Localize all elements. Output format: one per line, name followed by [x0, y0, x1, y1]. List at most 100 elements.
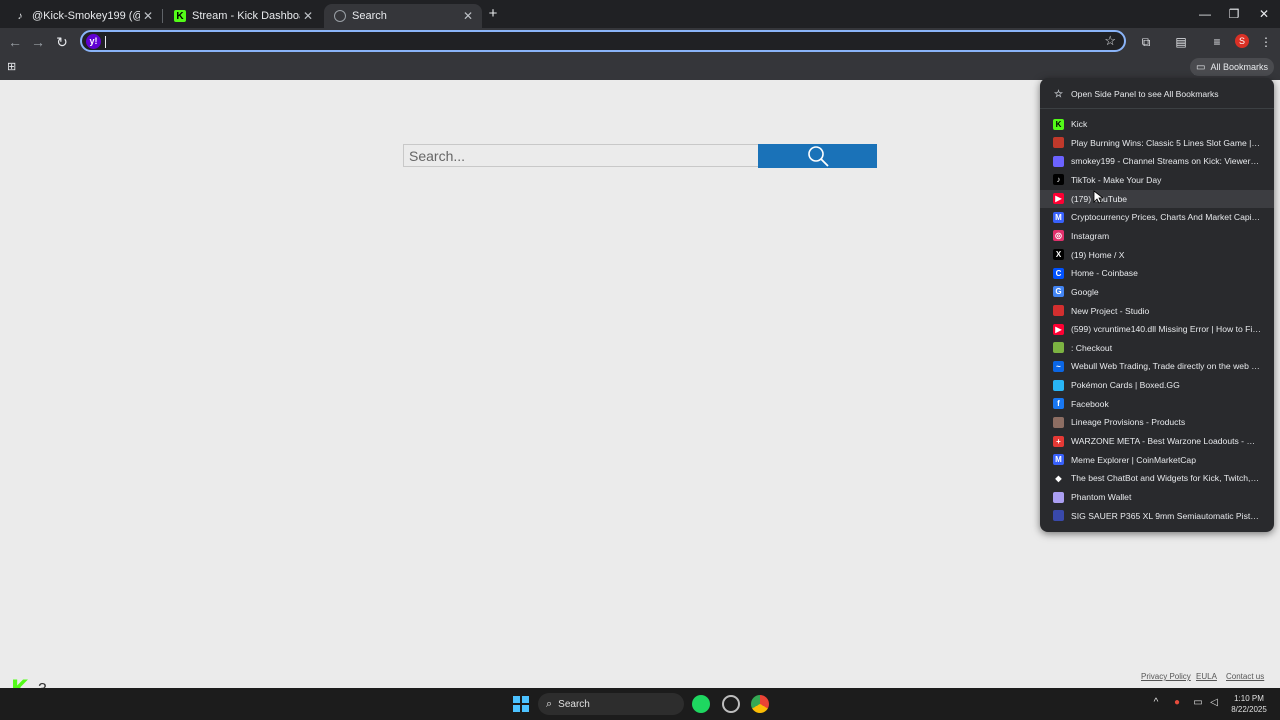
- tab-strip: ♪ @Kick-Smokey199 (@smo ✕ K Stream - Kic…: [0, 0, 1280, 28]
- privacy-policy-link[interactable]: Privacy Policy: [1141, 672, 1191, 681]
- minimize-button[interactable]: —: [1190, 4, 1220, 24]
- spotify-icon[interactable]: [692, 695, 710, 713]
- bookmark-item[interactable]: ◆ The best ChatBot and Widgets for Kick, …: [1040, 469, 1274, 487]
- bookmark-item[interactable]: f Facebook: [1040, 395, 1274, 413]
- search-field[interactable]: [403, 144, 759, 167]
- bookmark-item[interactable]: + WARZONE META - Best Warzone Loadouts - …: [1040, 432, 1274, 450]
- bookmark-item[interactable]: ◎ Instagram: [1040, 227, 1274, 245]
- text-caret: [105, 36, 106, 48]
- bookmark-label: Kick: [1071, 119, 1088, 129]
- system-clock[interactable]: 1:10 PM 8/22/2025: [1224, 693, 1274, 715]
- search-button[interactable]: [758, 144, 877, 168]
- obs-icon[interactable]: [722, 695, 740, 713]
- youtube-icon: ▶: [1053, 193, 1064, 205]
- search-input[interactable]: [404, 145, 758, 166]
- facebook-icon: f: [1053, 398, 1064, 410]
- star-icon: ☆: [1054, 88, 1063, 100]
- bookmark-label: TikTok - Make Your Day: [1071, 174, 1162, 185]
- tab-kick-dashboard[interactable]: K Stream - Kick Dashboard ✕: [164, 4, 322, 28]
- bookmark-item[interactable]: Play Burning Wins: Classic 5 Lines Slot …: [1040, 134, 1274, 152]
- bookmark-label: Phantom Wallet: [1071, 492, 1132, 502]
- back-button[interactable]: ←: [5, 32, 25, 52]
- tiktok-icon: ♪: [17, 10, 23, 22]
- bookmark-item[interactable]: Lineage Provisions - Products: [1040, 413, 1274, 431]
- studio-icon: [1053, 305, 1064, 316]
- lineage-icon: [1053, 416, 1064, 428]
- bookmark-label: SIG SAUER P365 XL 9mm Semiautomatic Pist…: [1071, 510, 1261, 521]
- close-icon[interactable]: ✕: [300, 9, 316, 23]
- microphone-icon[interactable]: ●: [1170, 697, 1184, 708]
- bookmark-item[interactable]: smokey199 - Channel Streams on Kick: Vie…: [1040, 152, 1274, 170]
- new-tab-button[interactable]: +: [484, 5, 502, 23]
- bookmark-label: (19) Home / X: [1071, 249, 1125, 260]
- bookmark-label: Meme Explorer | CoinMarketCap: [1071, 454, 1196, 465]
- extensions-icon[interactable]: ⧉: [1136, 32, 1156, 52]
- bookmark-item[interactable]: SIG SAUER P365 XL 9mm Semiautomatic Pist…: [1040, 507, 1274, 525]
- volume-icon[interactable]: ◁: [1207, 697, 1221, 708]
- bookmark-label: (599) vcruntime140.dll Missing Error | H…: [1071, 324, 1261, 335]
- bookmark-item[interactable]: G Google: [1040, 283, 1274, 301]
- bookmark-item[interactable]: ▶ (599) vcruntime140.dll Missing Error | …: [1040, 320, 1274, 338]
- close-icon[interactable]: ✕: [140, 9, 156, 23]
- bookmark-item[interactable]: M Cryptocurrency Prices, Charts And Marke…: [1040, 208, 1274, 226]
- streams-icon: [1053, 155, 1064, 167]
- bookmark-item[interactable]: K Kick: [1040, 115, 1274, 133]
- globe-icon: [334, 10, 346, 22]
- bookmark-item[interactable]: M Meme Explorer | CoinMarketCap: [1040, 451, 1274, 469]
- x-icon: X: [1053, 249, 1064, 261]
- youtube-icon: ▶: [1053, 323, 1064, 335]
- profile-avatar[interactable]: S: [1235, 34, 1249, 48]
- close-icon[interactable]: ✕: [460, 9, 476, 23]
- eula-link[interactable]: EULA: [1196, 672, 1217, 681]
- menu-icon[interactable]: ⋮: [1256, 32, 1276, 52]
- bookmark-label: New Project - Studio: [1071, 305, 1150, 316]
- open-side-panel-item[interactable]: ☆ Open Side Panel to see All Bookmarks: [1040, 85, 1274, 103]
- bookmark-item[interactable]: Pokémon Cards | Boxed.GG: [1040, 376, 1274, 394]
- bookmark-label: Google: [1071, 286, 1099, 297]
- menu-divider: [1040, 108, 1274, 109]
- clock-date: 8/22/2025: [1231, 705, 1267, 714]
- tab-tiktok[interactable]: ♪ @Kick-Smokey199 (@smo ✕: [4, 4, 162, 28]
- restore-button[interactable]: ❐: [1219, 4, 1249, 24]
- coinbase-icon: C: [1053, 267, 1064, 279]
- bookmark-item[interactable]: C Home - Coinbase: [1040, 264, 1274, 282]
- bookmark-item[interactable]: Phantom Wallet: [1040, 488, 1274, 506]
- slot-icon: [1053, 137, 1064, 149]
- network-icon[interactable]: ▭: [1191, 697, 1205, 708]
- reading-mode-icon[interactable]: ▤: [1171, 32, 1191, 52]
- bookmark-item[interactable]: : Checkout: [1040, 339, 1274, 357]
- address-bar[interactable]: y! ☆: [80, 30, 1126, 52]
- phantom-icon: [1053, 491, 1064, 503]
- bookmark-item[interactable]: ▶ (179) YouTube: [1040, 189, 1274, 208]
- crosshair-icon: +: [1053, 435, 1064, 447]
- contact-us-link[interactable]: Contact us: [1226, 672, 1264, 681]
- forward-button[interactable]: →: [28, 32, 48, 52]
- search-icon: [807, 146, 829, 167]
- chevron-up-icon[interactable]: ^: [1149, 697, 1163, 708]
- boxed-icon: [1053, 379, 1064, 391]
- instagram-icon: ◎: [1053, 230, 1064, 242]
- all-bookmarks-button[interactable]: ▭ All Bookmarks: [1190, 58, 1274, 76]
- bookmark-label: Pokémon Cards | Boxed.GG: [1071, 380, 1180, 391]
- kick-icon: K: [174, 10, 186, 22]
- taskbar-search[interactable]: ⌕ Search: [538, 693, 684, 715]
- tab-search[interactable]: Search ✕: [324, 4, 482, 28]
- clock-time: 1:10 PM: [1234, 694, 1264, 703]
- reload-button[interactable]: ↻: [52, 32, 72, 52]
- tiktok-icon: ♪: [1053, 174, 1064, 186]
- checkout-icon: [1053, 342, 1064, 354]
- all-bookmarks-label: All Bookmarks: [1210, 62, 1268, 72]
- bookmark-label: smokey199 - Channel Streams on Kick: Vie…: [1071, 156, 1261, 167]
- close-window-button[interactable]: ✕: [1249, 4, 1279, 24]
- bookmark-item[interactable]: X (19) Home / X: [1040, 246, 1274, 264]
- star-icon[interactable]: ☆: [1104, 33, 1116, 49]
- bookmark-item[interactable]: ~ Webull Web Trading, Trade directly on t…: [1040, 357, 1274, 375]
- bookmark-label: Instagram: [1071, 230, 1110, 241]
- apps-grid-icon[interactable]: ⊞: [7, 61, 19, 73]
- windows-start-icon[interactable]: [513, 696, 529, 712]
- bookmark-item[interactable]: New Project - Studio: [1040, 302, 1274, 320]
- media-controls-icon[interactable]: ≡: [1207, 32, 1227, 52]
- tab-title: Search: [352, 10, 387, 22]
- bookmark-item[interactable]: ♪ TikTok - Make Your Day: [1040, 171, 1274, 189]
- chrome-icon[interactable]: [751, 695, 769, 713]
